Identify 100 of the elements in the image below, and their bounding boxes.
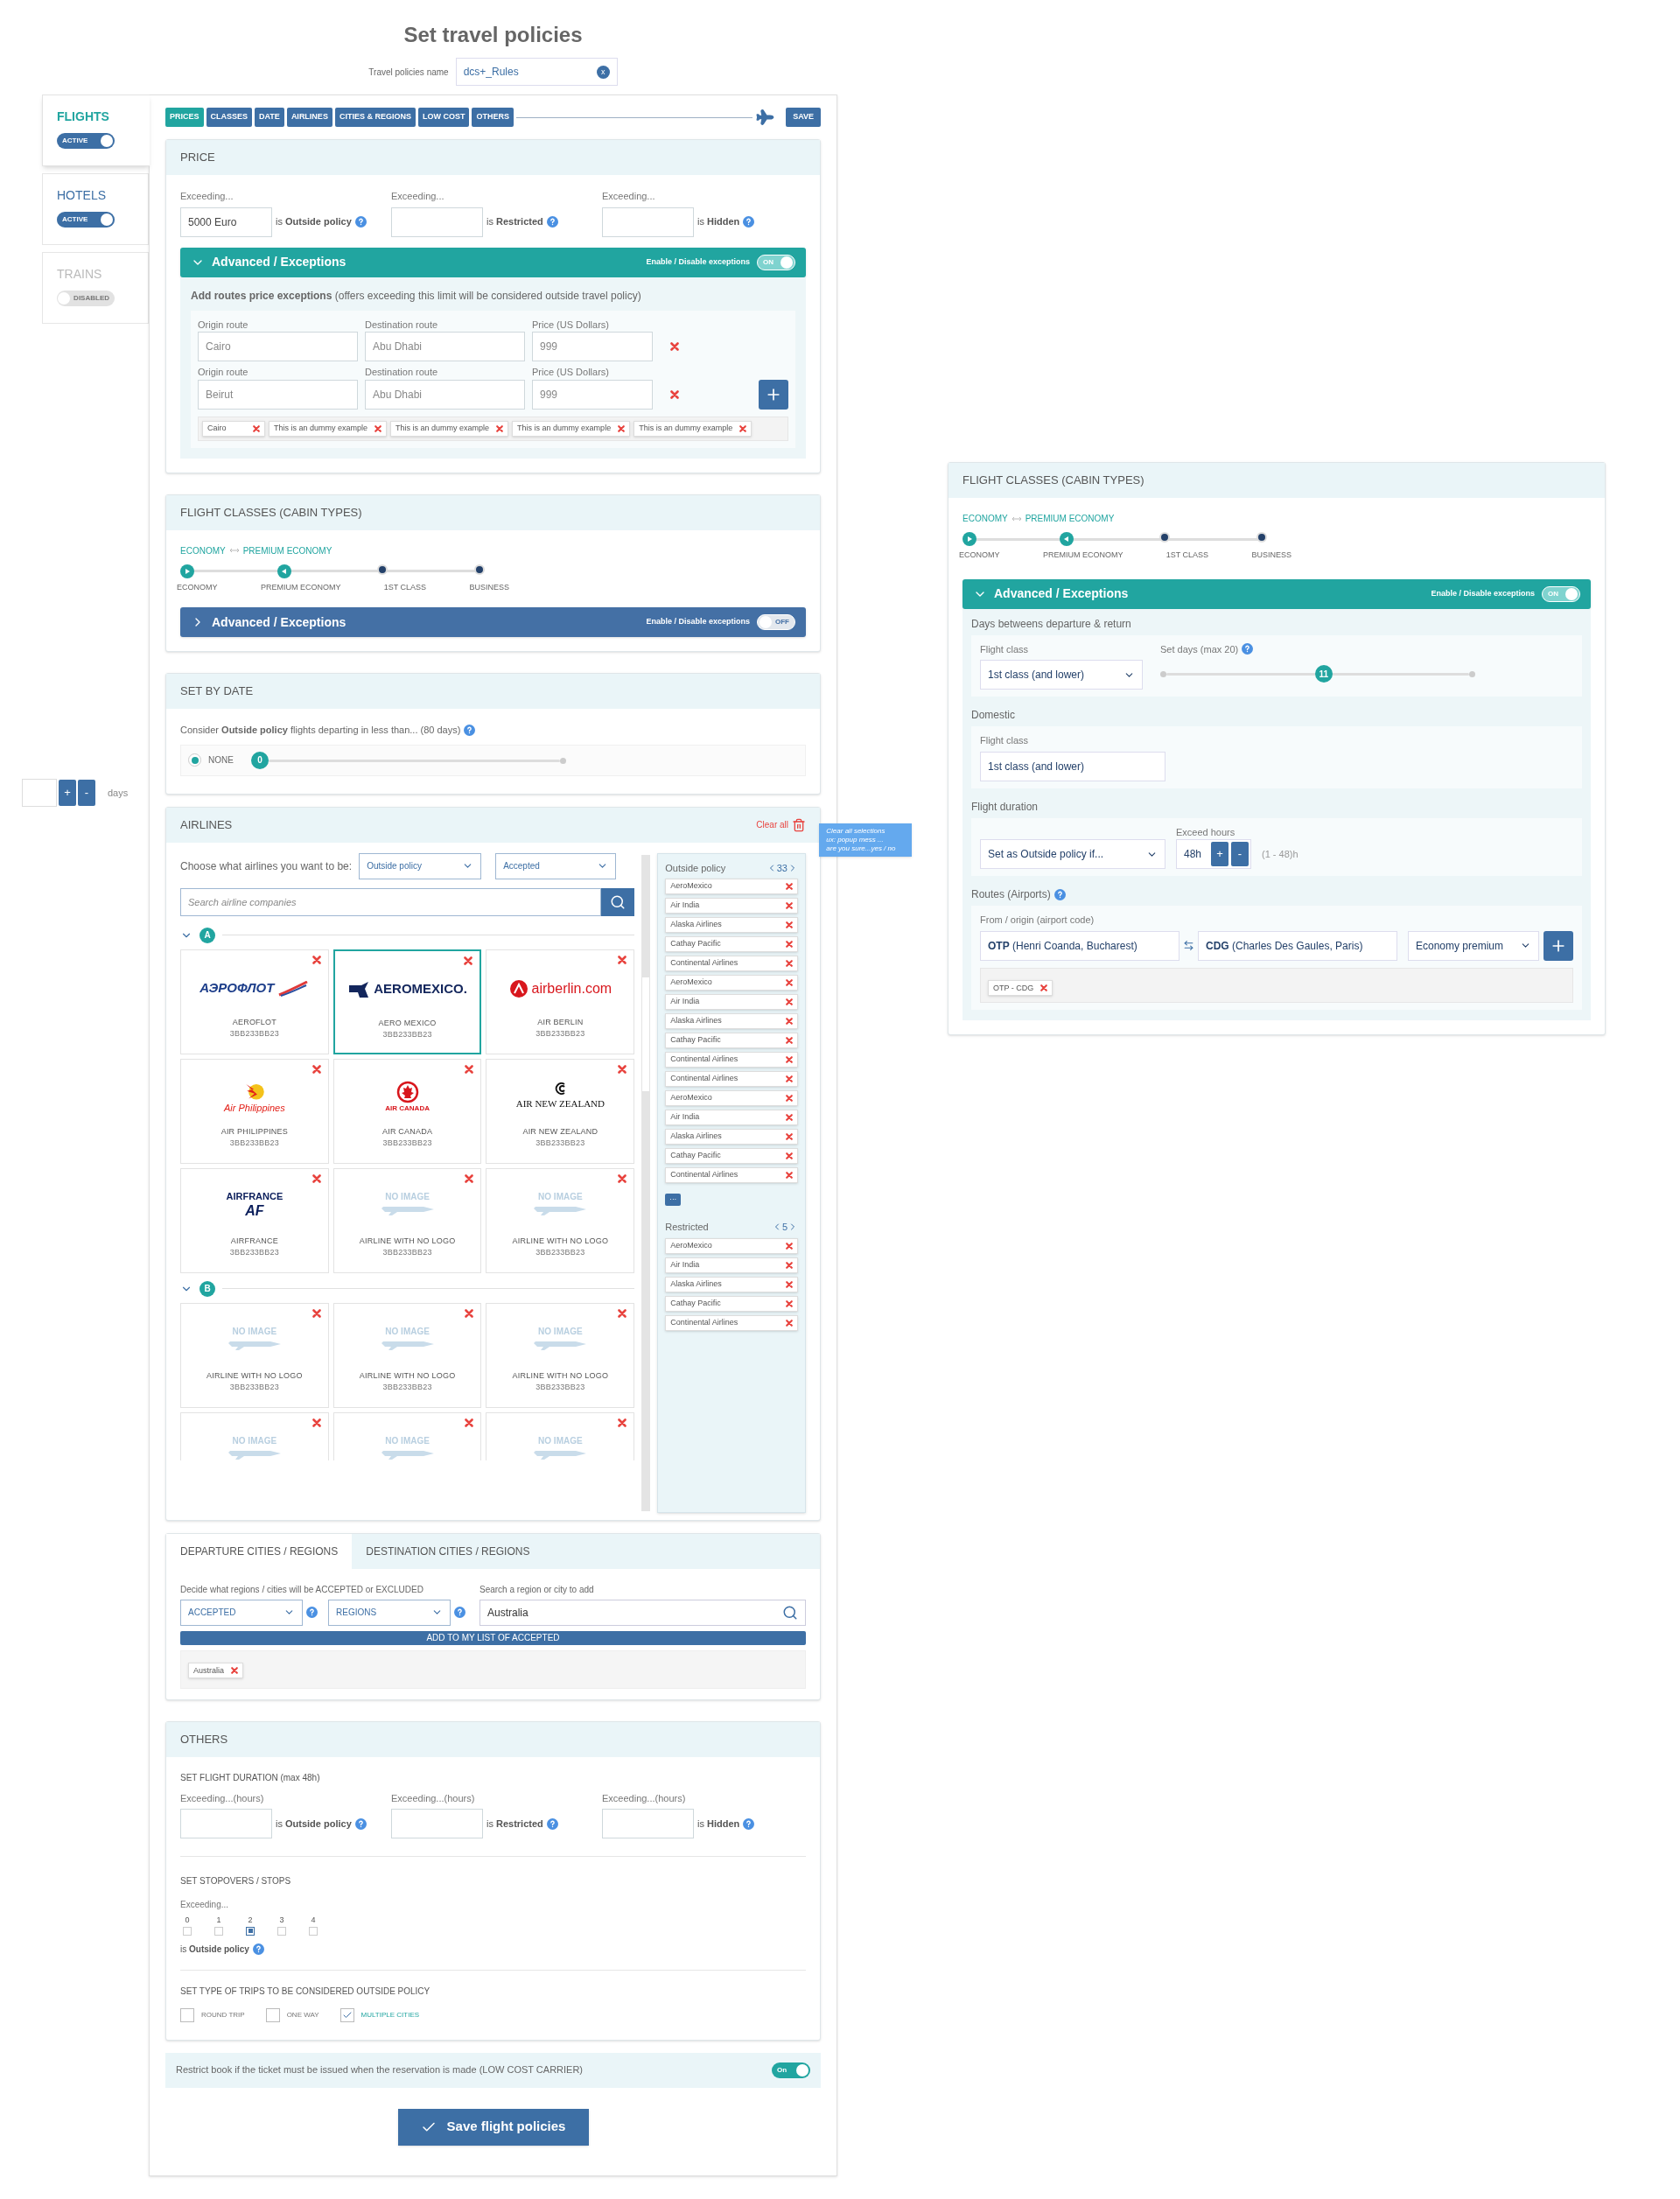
help-icon[interactable] [252,1943,264,1955]
airline-card[interactable]: NO IMAGE AIRLINE WITH NO LOGO 3BB233BB23 [486,1302,635,1408]
radio-button[interactable] [188,753,201,767]
toggle-switch[interactable]: ACTIVE [57,133,115,149]
input-field[interactable] [391,207,483,237]
tag-chip[interactable]: Continental Airlines [665,1052,798,1068]
tag-chip[interactable]: OTP - CDG [988,980,1054,997]
airline-card[interactable]: AIR NEW ZEALAND AIR NEW ZEALAND 3BB233BB23 [486,1058,635,1164]
input-field[interactable]: 999 [532,379,653,410]
input-field[interactable]: 999 [532,332,653,361]
remove-icon[interactable] [786,921,793,928]
save-button[interactable]: SAVE [786,108,821,127]
tag-chip[interactable]: AeroMexico [665,1090,798,1106]
remove-icon[interactable] [312,1418,321,1427]
trash-icon[interactable] [792,817,806,832]
category-tab[interactable]: FLIGHTS ACTIVE [42,95,150,166]
tag-chip[interactable]: This is an dummy example [269,420,388,437]
stop-option[interactable] [246,1926,255,1936]
remove-icon[interactable] [312,955,321,964]
category-tab[interactable]: TRAINS DISABLED [42,252,149,324]
remove-icon[interactable] [670,389,679,399]
tag-chip[interactable]: Air India [665,898,798,914]
remove-icon[interactable] [374,424,382,432]
tag-chip[interactable]: Cathay Pacific [665,936,798,952]
airline-card[interactable]: AIRFRANCE AF AIRFRANCE 3BB233BB23 [180,1167,329,1273]
remove-icon[interactable] [465,1064,474,1074]
add-list-button[interactable]: ADD TO MY LIST OF ACCEPTED [180,1630,806,1645]
nav-tab[interactable]: LOW COST [417,108,470,127]
remove-icon[interactable] [786,1172,793,1179]
minus-button[interactable]: - [78,780,95,806]
tag-chip[interactable]: Cathay Pacific [665,1148,798,1164]
dropdown[interactable]: Accepted [495,852,617,879]
remove-icon[interactable] [786,979,793,986]
range-handle[interactable] [962,532,976,546]
remove-icon[interactable] [786,998,793,1005]
nav-tab[interactable]: DATE [255,108,284,127]
remove-icon[interactable] [786,1018,793,1025]
input-field[interactable]: Cairo [198,332,358,361]
input-field[interactable] [602,207,694,237]
remove-icon[interactable] [618,955,627,964]
search-field[interactable]: Search airline companies [180,887,602,916]
remove-icon[interactable] [312,1173,321,1183]
input-field[interactable]: Abu Dhabi [365,379,525,410]
add-button[interactable] [1544,930,1573,961]
help-icon[interactable] [546,216,558,228]
clear-button[interactable]: x [596,65,610,79]
help-icon[interactable] [546,1817,558,1830]
help-icon[interactable] [306,1607,318,1618]
nav-tab[interactable]: AIRLINES [286,108,332,127]
checkbox[interactable] [265,2007,280,2022]
tag-chip[interactable]: Alaska Airlines [665,1129,798,1145]
remove-icon[interactable] [786,1242,793,1250]
remove-icon[interactable] [786,941,793,948]
toggle-switch[interactable]: OFF [757,614,795,630]
more-button[interactable]: ··· [665,1194,682,1206]
airline-card[interactable]: NO IMAGE AIRLINE WITH NO LOGO 3BB233BB23 [332,1167,482,1273]
input-field[interactable] [391,1809,483,1838]
tag-chip[interactable]: Cairo [202,420,265,437]
tag-chip[interactable]: Continental Airlines [665,1314,798,1331]
clear-all-link[interactable]: Clear all [756,818,788,831]
remove-icon[interactable] [786,1114,793,1121]
toggle-switch[interactable]: DISABLED [57,291,115,306]
toggle-switch[interactable]: ACTIVE [57,212,115,228]
dropdown[interactable]: Outside policy [359,852,482,879]
help-icon[interactable] [354,1817,367,1830]
input-field[interactable]: 5000 Euro [180,207,272,237]
tag-chip[interactable]: Alaska Airlines [665,1276,798,1292]
input-field[interactable] [180,1809,272,1838]
airline-card[interactable]: airberlin.com AIR BERLIN 3BB233BB23 [486,949,635,1054]
remove-icon[interactable] [786,1261,793,1269]
airline-card[interactable]: AIR CANADA AIR CANADA 3BB233BB23 [332,1058,482,1164]
input-field[interactable] [602,1809,694,1838]
days-input[interactable] [22,779,57,807]
tag-chip[interactable]: Alaska Airlines [665,1013,798,1029]
help-icon[interactable] [1054,888,1066,900]
remove-icon[interactable] [739,424,747,432]
nav-tab[interactable]: CLASSES [206,108,253,127]
tag-chip[interactable]: Air India [665,1110,798,1125]
remove-icon[interactable] [618,1308,627,1318]
remove-icon[interactable] [465,1173,474,1183]
dropdown[interactable]: ACCEPTED [180,1599,303,1626]
airline-card[interactable]: АЭРОФЛОТ AEROFLOT 3BB233BB23 [180,949,329,1054]
tag-chip[interactable]: Air India [665,1257,798,1273]
remove-icon[interactable] [786,1152,793,1159]
remove-icon[interactable] [786,1299,793,1307]
airline-card[interactable]: NO IMAGE AIRLINE WITH NO LOGO 3BB233BB23 [332,1302,482,1408]
tag-chip[interactable]: Continental Airlines [665,956,798,971]
plus-button[interactable]: + [59,780,76,806]
remove-icon[interactable] [618,424,626,432]
remove-icon[interactable] [786,1075,793,1082]
add-button[interactable] [759,379,788,410]
help-icon[interactable] [1242,643,1254,655]
minus-button[interactable]: - [1231,842,1250,866]
dropdown[interactable]: Set as Outside policy if... [980,839,1166,869]
remove-icon[interactable] [496,424,504,432]
plus-button[interactable]: + [1211,842,1229,866]
search-button[interactable] [601,887,635,916]
tag-chip[interactable]: AeroMexico [665,1237,798,1254]
tag-chip[interactable]: Australia [188,1663,243,1679]
airline-card[interactable]: NO IMAGE AIRLINE WITH NO LOGO 3BB233BB23 [180,1302,329,1408]
